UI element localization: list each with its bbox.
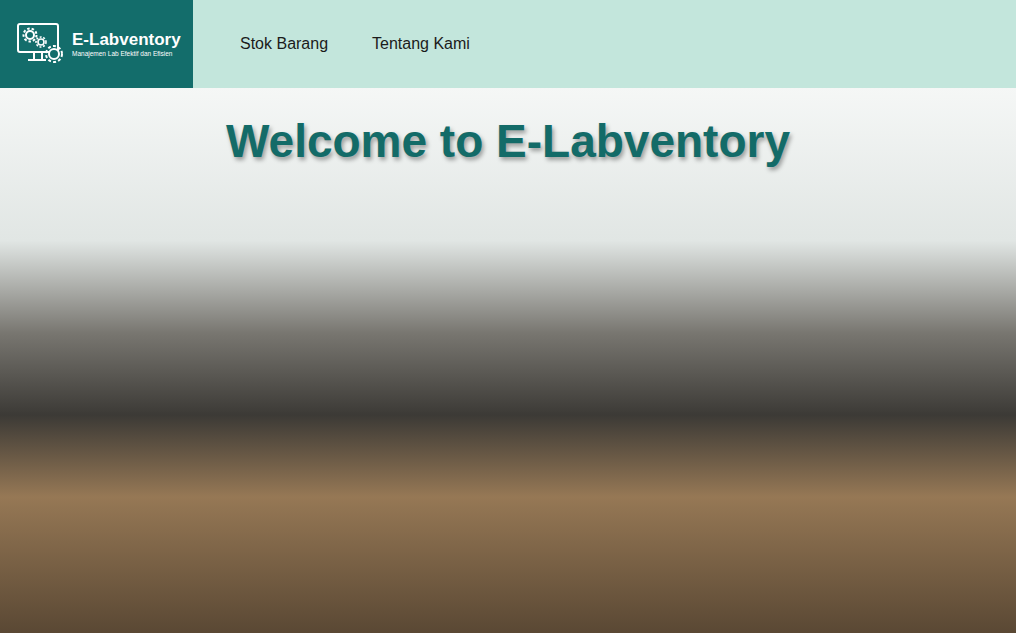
monitor-gear-icon: [16, 22, 64, 66]
brand-text: E-LabventoryManajemen Lab Efektif dan Ef…: [72, 30, 181, 57]
brand-tagline: Manajemen Lab Efektif dan Efisien: [72, 50, 181, 58]
nav-link-item[interactable]: Stok Barang: [240, 28, 328, 60]
hero-banner: Welcome to E-Labventory: [0, 88, 1016, 633]
top-navbar: E-LabventoryManajemen Lab Efektif dan Ef…: [0, 0, 1016, 88]
brand-title: E-Labventory: [72, 30, 181, 50]
hero-title: Welcome to E-Labventory: [226, 88, 790, 169]
main-nav: Stok Barang Tentang Kami: [193, 0, 470, 88]
nav-link-item[interactable]: Tentang Kami: [372, 28, 470, 60]
brand-logo[interactable]: E-LabventoryManajemen Lab Efektif dan Ef…: [0, 0, 193, 88]
